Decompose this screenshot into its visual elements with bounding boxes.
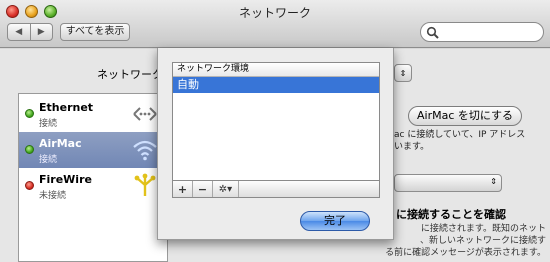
done-button[interactable]: 完了 (300, 211, 370, 231)
status-indicator (25, 145, 34, 154)
service-item-firewire[interactable]: FireWire 未接続 (19, 168, 167, 204)
show-all-button[interactable]: すべてを表示 (60, 23, 130, 41)
search-icon (426, 26, 439, 39)
gear-menu-button[interactable]: ✲▾ (213, 181, 239, 197)
service-status: 接続 (39, 119, 58, 129)
window-toolbar: ネットワーク ◀ ▶ すべてを表示 (0, 0, 550, 48)
airmac-status-text: ac に接続していて、IP アドレス います。 (394, 130, 526, 152)
ethernet-icon (133, 107, 157, 121)
location-label: ネットワーク (97, 68, 163, 81)
remove-location-button[interactable]: − (193, 181, 213, 197)
add-location-button[interactable]: + (173, 181, 193, 197)
popup-arrows-icon: ⇕ (490, 177, 497, 186)
service-name: FireWire (39, 173, 92, 186)
window-title: ネットワーク (238, 6, 311, 20)
search-field[interactable] (420, 22, 544, 42)
locations-sheet: ネットワーク環境 自動 + − ✲▾ 完了 (157, 48, 394, 240)
ask-to-join-label: に接続することを確認 (396, 208, 506, 221)
service-item-airmac[interactable]: AirMac 接続 (19, 132, 167, 168)
status-indicator (25, 109, 34, 118)
service-item-ethernet[interactable]: Ethernet 接続 (19, 96, 167, 132)
service-name: AirMac (39, 137, 82, 150)
back-button[interactable]: ◀ (8, 24, 30, 40)
column-header: ネットワーク環境 (173, 63, 379, 77)
location-popup[interactable]: ⇕ (394, 64, 412, 82)
status-indicator (25, 181, 34, 190)
back-forward-control: ◀ ▶ (7, 23, 53, 41)
airmac-toggle-button[interactable]: AirMac を切にする (408, 106, 522, 126)
table-toolbar: + − ✲▾ (172, 180, 380, 198)
service-status: 未接続 (39, 191, 67, 201)
wifi-icon (133, 140, 157, 161)
service-list: Ethernet 接続 AirMac 接続 FireWire 未接続 (18, 93, 168, 262)
forward-button[interactable]: ▶ (29, 24, 53, 40)
network-name-popup[interactable]: ⇕ (394, 174, 502, 192)
service-name: Ethernet (39, 101, 94, 114)
firewire-icon (134, 173, 156, 196)
location-row[interactable]: 自動 (173, 77, 379, 93)
service-status: 接続 (39, 155, 58, 165)
locations-table: ネットワーク環境 自動 (172, 62, 380, 194)
